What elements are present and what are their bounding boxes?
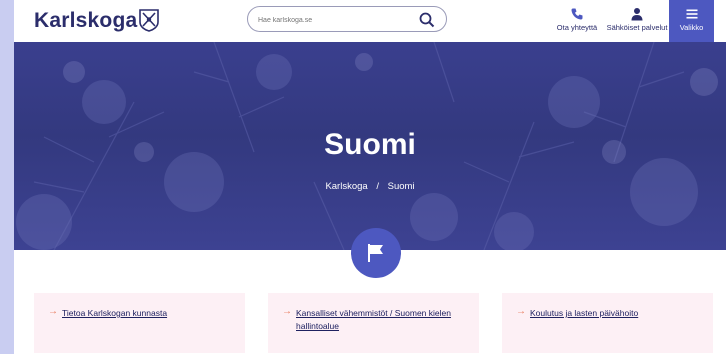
contact-button[interactable]: Ota yhteyttä [549,0,605,42]
search-icon[interactable] [418,11,436,29]
breadcrumb-current: Suomi [387,181,415,192]
arrow-right-icon: → [48,306,58,317]
link-card[interactable]: → Tietoa Karlskogan kunnasta [34,293,245,353]
site-logo[interactable]: Karlskoga [34,9,137,33]
flag-badge [351,228,401,278]
arrow-right-icon: → [282,306,292,317]
person-icon [631,8,643,21]
search-input[interactable] [258,13,408,27]
coat-of-arms-icon [139,9,159,32]
eservices-label: Sähköiset palvelut [606,23,668,32]
card-link[interactable]: Kansalliset vähemmistöt / Suomen kielen … [296,307,471,333]
breadcrumb-separator: / [376,181,379,192]
card-link[interactable]: Tietoa Karlskogan kunnasta [62,307,237,320]
search-box[interactable] [247,6,447,32]
menu-label: Valikko [679,23,704,32]
page: Karlskoga Ota yhteyttä Sähköiset pa [14,0,726,354]
link-card[interactable]: → Koulutus ja lasten päivähoito [502,293,713,353]
breadcrumb-home-link[interactable]: Karlskoga [325,181,367,192]
card-link[interactable]: Koulutus ja lasten päivähoito [530,307,705,320]
arrow-right-icon: → [516,306,526,317]
breadcrumb: Karlskoga / Suomi [14,181,726,192]
site-header: Karlskoga Ota yhteyttä Sähköiset pa [14,0,726,42]
hero-banner: Suomi Karlskoga / Suomi [14,42,726,250]
eservices-button[interactable]: Sähköiset palvelut [606,0,668,42]
page-title: Suomi [324,128,416,161]
phone-icon [571,8,583,20]
link-card[interactable]: → Kansalliset vähemmistöt / Suomen kiele… [268,293,479,353]
menu-button[interactable]: Valikko [669,0,714,42]
hamburger-icon [686,9,697,19]
flag-icon [368,244,383,262]
contact-label: Ota yhteyttä [556,23,598,32]
